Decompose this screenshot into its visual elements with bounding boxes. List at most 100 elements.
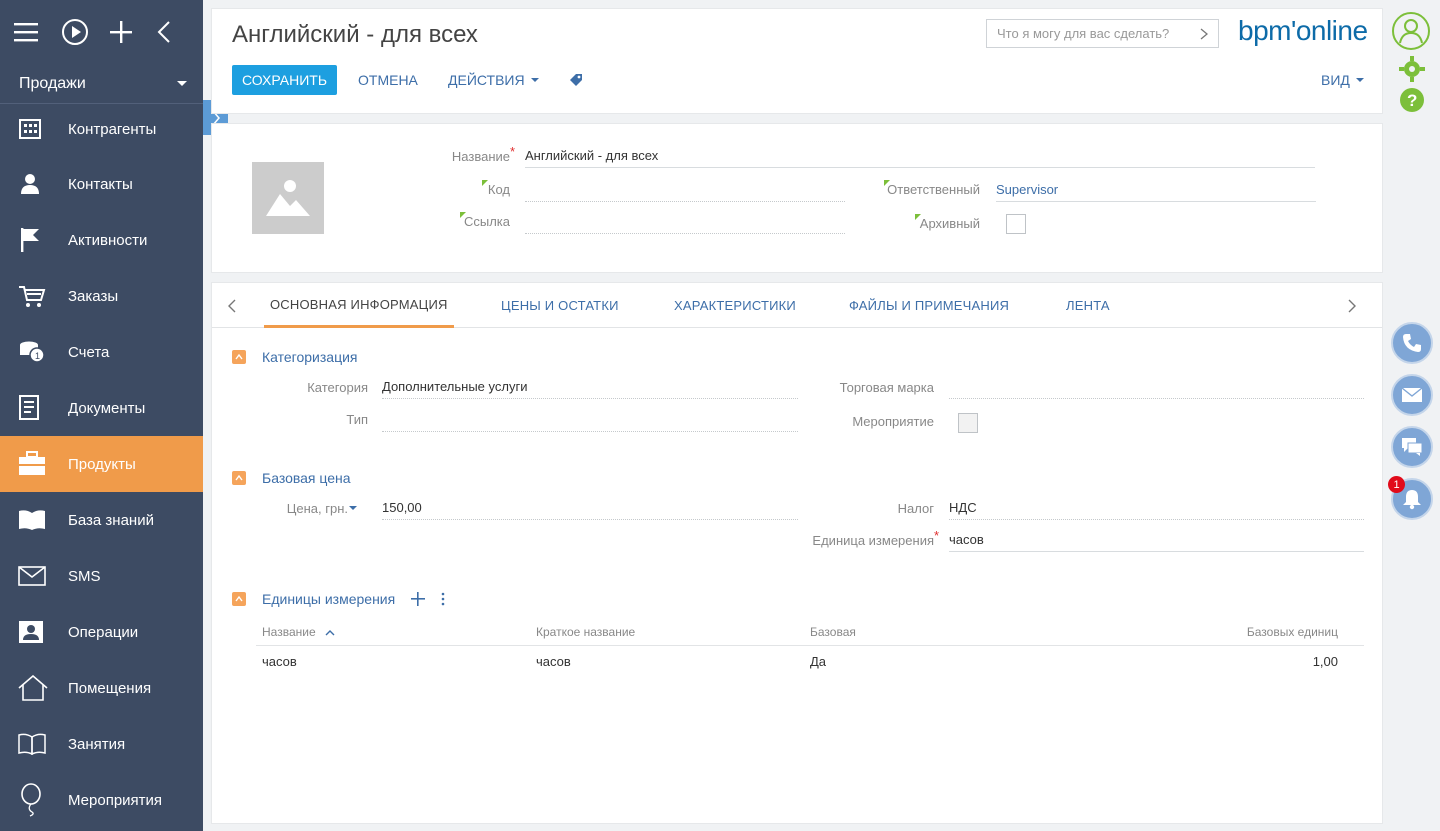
tabs-scroll-left[interactable] <box>228 283 236 328</box>
sidebar-item-label: Активности <box>68 231 148 249</box>
tab-prices[interactable]: ЦЕНЫ И ОСТАТКИ <box>501 283 619 328</box>
section-title: Единицы измерения <box>262 591 396 607</box>
tabs-scroll-right[interactable] <box>1348 283 1356 328</box>
price-field[interactable]: 150,00 <box>382 496 798 520</box>
column-header-base-units[interactable]: Базовых единиц <box>1212 625 1338 639</box>
owner-label: Ответственный <box>887 182 980 197</box>
workplace-selector[interactable]: Продажи <box>0 64 203 104</box>
required-marker: * <box>510 144 516 159</box>
building-icon <box>0 118 68 140</box>
brand-field[interactable] <box>949 375 1364 399</box>
open-book-icon <box>0 509 68 531</box>
tab-feed[interactable]: ЛЕНТА <box>1066 283 1110 328</box>
sidebar-item-events[interactable]: Мероприятия <box>0 772 203 828</box>
sidebar-menu: Контрагенты Контакты Активности Заказы 1… <box>0 102 203 828</box>
logo: bpm'online <box>1238 15 1368 46</box>
sidebar-item-label: SMS <box>68 567 101 585</box>
flag-icon <box>0 227 68 253</box>
sidebar-item-label: Контакты <box>68 175 133 193</box>
type-label: Тип <box>346 412 368 427</box>
type-field[interactable] <box>382 408 798 432</box>
currency-dropdown-icon[interactable] <box>349 506 357 510</box>
sidebar-item-label: Продукты <box>68 455 136 473</box>
link-label: Ссылка <box>463 214 510 229</box>
sidebar-item-accounts[interactable]: Контрагенты <box>0 102 203 156</box>
name-label: Название <box>451 149 510 164</box>
sidebar-item-documents[interactable]: Документы <box>0 380 203 436</box>
save-button[interactable]: СОХРАНИТЬ <box>232 65 337 95</box>
owner-field[interactable]: Supervisor <box>996 178 1316 202</box>
help-icon[interactable]: ? <box>1398 86 1426 114</box>
play-process-icon[interactable] <box>61 12 108 52</box>
sidebar-item-operations[interactable]: Операции <box>0 604 203 660</box>
event-checkbox[interactable] <box>958 413 978 433</box>
sidebar-item-label: Занятия <box>68 735 126 753</box>
balloon-icon <box>0 783 68 817</box>
sidebar-item-sms[interactable]: SMS <box>0 548 203 604</box>
cell-short-name: часов <box>536 654 571 669</box>
column-header-short-name[interactable]: Краткое название <box>536 625 635 639</box>
sidebar-item-contacts[interactable]: Контакты <box>0 156 203 212</box>
more-options-icon[interactable] <box>441 592 445 606</box>
sidebar-item-orders[interactable]: Заказы <box>0 268 203 324</box>
book-icon <box>0 733 68 755</box>
bell-icon <box>1403 490 1421 510</box>
chevron-right-icon <box>1348 299 1356 312</box>
sidebar: Продажи Контрагенты Контакты Активности … <box>0 0 203 831</box>
column-title: Название <box>262 625 316 639</box>
tab-files-notes[interactable]: ФАЙЛЫ И ПРИМЕЧАНИЯ <box>849 283 1009 328</box>
house-icon <box>0 675 68 701</box>
column-header-base[interactable]: Базовая <box>810 625 856 639</box>
sidebar-item-products[interactable]: Продукты <box>0 436 203 492</box>
sidebar-toolbar <box>0 0 203 64</box>
tag-button[interactable] <box>569 65 583 95</box>
menu-icon[interactable] <box>14 12 61 52</box>
profile-icon[interactable] <box>1391 11 1431 51</box>
unit-label: Единица измерения <box>812 533 934 548</box>
name-field[interactable]: Английский - для всех <box>525 144 1315 168</box>
collapse-left-icon[interactable] <box>156 12 203 52</box>
sidebar-item-rooms[interactable]: Помещения <box>0 660 203 716</box>
tab-main-info[interactable]: ОСНОВНАЯ ИНФОРМАЦИЯ <box>264 283 454 328</box>
cell-name: часов <box>262 654 297 669</box>
section-base-price-header[interactable]: Базовая цена <box>232 470 351 486</box>
svg-text:1: 1 <box>35 351 40 361</box>
phone-button[interactable] <box>1391 322 1433 364</box>
archived-checkbox[interactable] <box>1006 214 1026 234</box>
link-field[interactable] <box>525 210 845 234</box>
unit-field[interactable]: часов <box>949 528 1364 552</box>
product-photo[interactable] <box>252 162 324 234</box>
notification-badge: 1 <box>1388 476 1405 493</box>
image-placeholder-icon <box>266 180 310 216</box>
tax-field[interactable]: НДС <box>949 496 1364 520</box>
cancel-button[interactable]: ОТМЕНА <box>358 65 418 95</box>
email-button[interactable] <box>1391 374 1433 416</box>
archived-label: Архивный <box>919 216 980 231</box>
gear-icon[interactable] <box>1398 55 1426 83</box>
page-title: Английский - для всех <box>232 21 478 48</box>
cell-base-units: 1,00 <box>1312 654 1338 669</box>
sidebar-item-lessons[interactable]: Занятия <box>0 716 203 772</box>
sidebar-item-invoices[interactable]: 1 Счета <box>0 324 203 380</box>
category-field[interactable]: Дополнительные услуги <box>382 375 798 399</box>
add-icon[interactable] <box>411 592 426 606</box>
command-search-input[interactable]: Что я могу для вас сделать? <box>986 19 1219 48</box>
view-button[interactable]: ВИД <box>1321 65 1364 95</box>
add-icon[interactable] <box>109 12 156 52</box>
record-card: Название * Английский - для всех Код Ссы… <box>211 123 1383 273</box>
actions-button[interactable]: ДЕЙСТВИЯ <box>448 65 539 95</box>
sidebar-item-knowledge-base[interactable]: База знаний <box>0 492 203 548</box>
workplace-label: Продажи <box>19 74 86 92</box>
code-field[interactable] <box>525 178 845 202</box>
column-header-name[interactable]: Название <box>262 625 335 639</box>
sidebar-item-activities[interactable]: Активности <box>0 212 203 268</box>
section-units-header[interactable]: Единицы измерения <box>232 591 445 607</box>
tab-characteristics[interactable]: ХАРАКТЕРИСТИКИ <box>674 283 796 328</box>
grid-divider <box>256 645 1364 646</box>
sidebar-item-label: База знаний <box>68 511 154 529</box>
chat-button[interactable] <box>1391 426 1433 468</box>
category-label: Категория <box>307 380 368 395</box>
search-placeholder: Что я могу для вас сделать? <box>997 26 1170 41</box>
section-categorization-header[interactable]: Категоризация <box>232 349 358 365</box>
document-icon <box>0 395 68 421</box>
